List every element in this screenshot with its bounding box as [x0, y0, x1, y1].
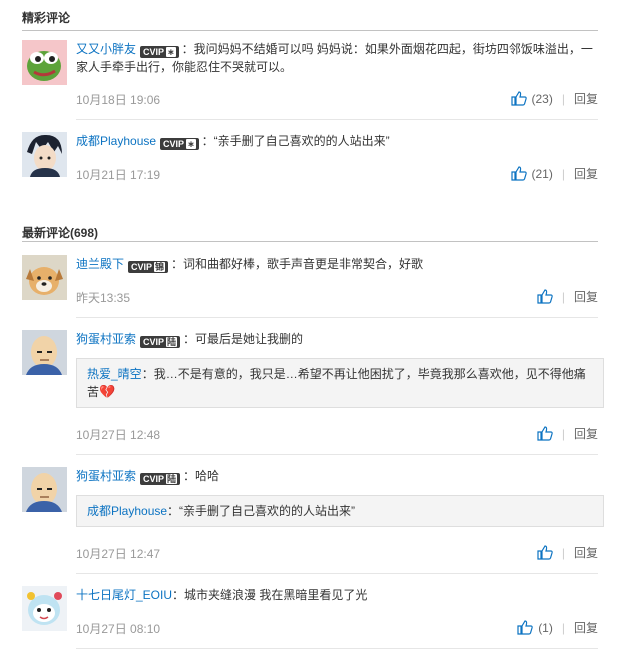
reply-button[interactable]: 回复	[574, 288, 598, 305]
action-divider: |	[561, 426, 565, 441]
comment-text: ：词和曲都好棒，歌手声音更是非常契合，好歌	[171, 257, 424, 271]
reply-button[interactable]: 回复	[574, 425, 598, 442]
avatar[interactable]	[22, 586, 67, 631]
username-link[interactable]: 成都Playhouse	[76, 134, 156, 148]
username-link[interactable]: 又又小胖友	[76, 42, 136, 56]
comment-separator	[76, 119, 598, 120]
comment-time: 10月27日 12:47	[76, 547, 161, 561]
comment-body: 十七日尾灯_EOIU：城市夹缝浪漫 我在黑暗里看见了光	[76, 586, 596, 604]
like-count: (1)	[538, 620, 553, 635]
comment-body: 成都Playhouse CVIP ∗ ：“亲手删了自己喜欢的的人站出来”	[76, 132, 596, 150]
quoted-username-link[interactable]: 热爱_晴空	[87, 367, 142, 381]
thumbs-up-icon[interactable]	[537, 426, 553, 441]
action-divider: |	[561, 166, 565, 181]
comment-text: ：城市夹缝浪漫 我在黑暗里看见了光	[172, 588, 368, 602]
comment-separator	[76, 573, 598, 574]
comment-time: 10月18日 19:06	[76, 93, 161, 107]
comment-actions: | 回复	[537, 544, 598, 561]
quoted-text: ：我…不是有意的，我只是…希望不再让他困扰了，毕竟我那么喜欢他，见不得他痛苦	[87, 367, 586, 399]
avatar-dog-image	[22, 255, 67, 300]
thumbs-up-icon[interactable]	[510, 166, 527, 181]
action-divider: |	[561, 289, 565, 304]
reply-button[interactable]: 回复	[574, 90, 598, 107]
comment-separator	[76, 454, 598, 455]
comment-actions: (23) | 回复	[510, 90, 598, 107]
vip-badge: CVIP ∗	[160, 138, 199, 150]
reply-button[interactable]: 回复	[574, 619, 598, 636]
vip-badge: CVIP ∗	[140, 46, 179, 58]
comment-separator	[76, 648, 598, 649]
avatar-anime-image	[22, 132, 67, 177]
comment-actions: (21) | 回复	[510, 165, 598, 182]
reply-button[interactable]: 回复	[574, 544, 598, 561]
avatar[interactable]	[22, 467, 67, 512]
avatar-bald-character-image	[22, 330, 67, 375]
username-link[interactable]: 十七日尾灯_EOIU	[76, 588, 172, 602]
username-link[interactable]: 狗蛋村亚索	[76, 332, 136, 346]
comment-actions: (1) | 回复	[517, 619, 598, 636]
avatar[interactable]	[22, 132, 67, 177]
action-divider: |	[561, 620, 565, 635]
quoted-reply: 成都Playhouse：“亲手删了自己喜欢的的人站出来”	[76, 495, 604, 527]
comment-time: 10月27日 12:48	[76, 428, 161, 442]
hot-comments-title: 精彩评论	[22, 11, 71, 25]
section-divider	[22, 241, 598, 242]
comment-body: 狗蛋村亚索 CVIP 陆：哈哈	[76, 467, 596, 485]
comment-text: ：哈哈	[183, 469, 220, 483]
thumbs-up-icon[interactable]	[510, 91, 527, 106]
comment-body: 又又小胖友 CVIP ∗ ：我问妈妈不结婚可以吗 妈妈说：如果外面烟花四起，街坊四邻饭…	[76, 40, 596, 76]
avatar[interactable]	[22, 255, 67, 300]
latest-comments-title: 最新评论(698)	[22, 226, 99, 240]
section-divider	[22, 30, 598, 31]
thumbs-up-icon[interactable]	[537, 289, 553, 304]
vip-badge: CVIP 陆	[140, 336, 181, 348]
username-link[interactable]: 迪兰殿下	[76, 257, 124, 271]
vip-badge: CVIP 锦	[128, 261, 169, 273]
username-link[interactable]: 狗蛋村亚索	[76, 469, 136, 483]
quoted-username-link[interactable]: 成都Playhouse	[87, 504, 167, 518]
comment-text: ：可最后是她让我删的	[183, 332, 304, 346]
comment-actions: | 回复	[537, 425, 598, 442]
comment-time: 10月27日 08:10	[76, 622, 161, 636]
avatar-bald-character-image	[22, 467, 67, 512]
thumbs-up-icon[interactable]	[537, 545, 553, 560]
comment-body: 狗蛋村亚索 CVIP 陆：可最后是她让我删的	[76, 330, 596, 348]
vip-badge: CVIP 陆	[140, 473, 181, 485]
comment-separator	[76, 317, 598, 318]
quoted-text: ：“亲手删了自己喜欢的的人站出来”	[167, 504, 356, 518]
thumbs-up-icon[interactable]	[517, 620, 533, 635]
avatar[interactable]	[22, 40, 67, 85]
avatar-cartoon-image	[22, 586, 67, 631]
avatar-frog-image	[22, 40, 67, 85]
comment-time: 10月21日 17:19	[76, 168, 161, 182]
comment-text: ：“亲手删了自己喜欢的的人站出来”	[201, 134, 390, 148]
quoted-reply: 热爱_晴空：我…不是有意的，我只是…希望不再让他困扰了，毕竟我那么喜欢他，见不得…	[76, 358, 604, 408]
comment-body: 迪兰殿下 CVIP 锦：词和曲都好棒，歌手声音更是非常契合，好歌	[76, 255, 596, 273]
reply-button[interactable]: 回复	[574, 165, 598, 182]
comment-actions: | 回复	[537, 288, 598, 305]
avatar[interactable]	[22, 330, 67, 375]
comment-time: 昨天13:35	[76, 291, 131, 305]
like-count: (23)	[531, 91, 553, 106]
action-divider: |	[561, 545, 565, 560]
like-count: (21)	[531, 166, 553, 181]
broken-heart-emoji: 💔	[99, 384, 116, 399]
action-divider: |	[561, 91, 565, 106]
